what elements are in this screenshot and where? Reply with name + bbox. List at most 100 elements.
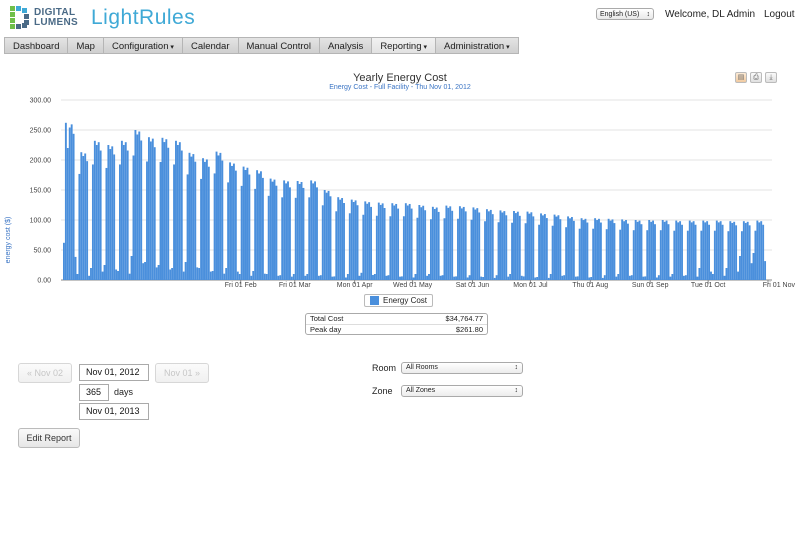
bar[interactable] [352,202,355,280]
bar[interactable] [555,216,558,280]
bar[interactable] [290,276,293,280]
bar[interactable] [93,140,96,280]
bar[interactable] [424,210,427,280]
bar[interactable] [551,225,554,280]
bar[interactable] [348,213,351,280]
bar[interactable] [327,190,330,280]
bar[interactable] [389,216,392,280]
bar[interactable] [240,185,243,280]
bar[interactable] [377,202,380,280]
bar[interactable] [265,274,268,280]
bar[interactable] [103,265,106,280]
bar[interactable] [122,144,125,280]
bar[interactable] [287,181,289,280]
bar[interactable] [209,271,212,280]
bar[interactable] [375,215,378,280]
bar[interactable] [617,274,620,280]
bar[interactable] [277,275,280,280]
bar[interactable] [205,159,208,280]
language-select[interactable]: English (US) ↕ [596,8,654,20]
bar[interactable] [219,152,222,280]
bar[interactable] [435,207,438,280]
bar[interactable] [499,210,502,280]
bar[interactable] [281,197,284,280]
bar[interactable] [345,277,347,280]
bar[interactable] [161,137,164,280]
bar[interactable] [449,206,452,280]
bar[interactable] [115,269,118,281]
bar[interactable] [441,275,444,280]
bar[interactable] [343,203,345,280]
bar[interactable] [414,274,417,280]
bar[interactable] [267,195,270,280]
bar[interactable] [144,262,147,280]
bar[interactable] [700,230,703,280]
bar[interactable] [717,222,720,280]
bar[interactable] [163,142,166,280]
logout-link[interactable]: Logout [764,9,795,20]
bar[interactable] [514,213,517,280]
bar[interactable] [381,203,384,280]
bar[interactable] [263,273,266,280]
bar[interactable] [652,220,654,280]
bar[interactable] [200,178,203,280]
bar[interactable] [582,220,585,280]
bar[interactable] [451,210,454,280]
bar[interactable] [543,214,546,280]
bar[interactable] [634,220,637,280]
bar[interactable] [599,222,602,280]
bar[interactable] [480,276,483,280]
bar[interactable] [570,217,573,280]
bar[interactable] [601,277,604,280]
bar[interactable] [661,220,664,280]
bar[interactable] [598,218,600,280]
bar[interactable] [402,216,405,280]
bar[interactable] [362,214,365,280]
bar[interactable] [501,212,504,280]
bar[interactable] [78,173,81,280]
bar[interactable] [306,274,309,280]
bar[interactable] [188,152,191,280]
bar[interactable] [323,190,326,280]
bar[interactable] [625,220,627,280]
bar[interactable] [196,267,199,280]
nav-dashboard[interactable]: Dashboard [4,37,69,54]
bar[interactable] [132,155,135,281]
bar[interactable] [368,202,371,280]
bar[interactable] [337,197,340,280]
bar[interactable] [466,277,469,280]
bar[interactable] [271,181,274,280]
bar[interactable] [176,144,179,280]
zone-select[interactable]: All Zones ↕ [401,385,523,397]
bar[interactable] [572,220,575,280]
bar[interactable] [739,256,741,280]
bar[interactable] [511,222,513,280]
bar[interactable] [111,146,114,280]
bar[interactable] [455,276,457,280]
bar[interactable] [605,229,608,280]
bar[interactable] [487,211,490,280]
nav-manual-control[interactable]: Manual Control [238,37,320,54]
bar[interactable] [319,275,322,280]
next-period-button[interactable]: Nov 01 » [155,363,209,383]
bar[interactable] [244,170,247,280]
bar[interactable] [316,187,318,280]
room-select[interactable]: All Rooms ↕ [401,362,523,374]
bar[interactable] [84,153,87,280]
bar[interactable] [715,220,718,280]
bar[interactable] [538,224,541,280]
bar[interactable] [503,211,506,280]
bar[interactable] [117,271,119,280]
bar[interactable] [686,230,689,280]
prev-period-button[interactable]: « Nov 02 [18,363,72,383]
bar[interactable] [296,181,299,280]
bar[interactable] [721,224,724,280]
bar[interactable] [460,208,463,280]
bar[interactable] [101,271,104,280]
bar[interactable] [704,222,707,280]
bar[interactable] [684,275,687,280]
bar[interactable] [269,178,272,280]
bar[interactable] [231,165,233,280]
bar[interactable] [314,181,316,280]
nav-map[interactable]: Map [68,37,104,54]
